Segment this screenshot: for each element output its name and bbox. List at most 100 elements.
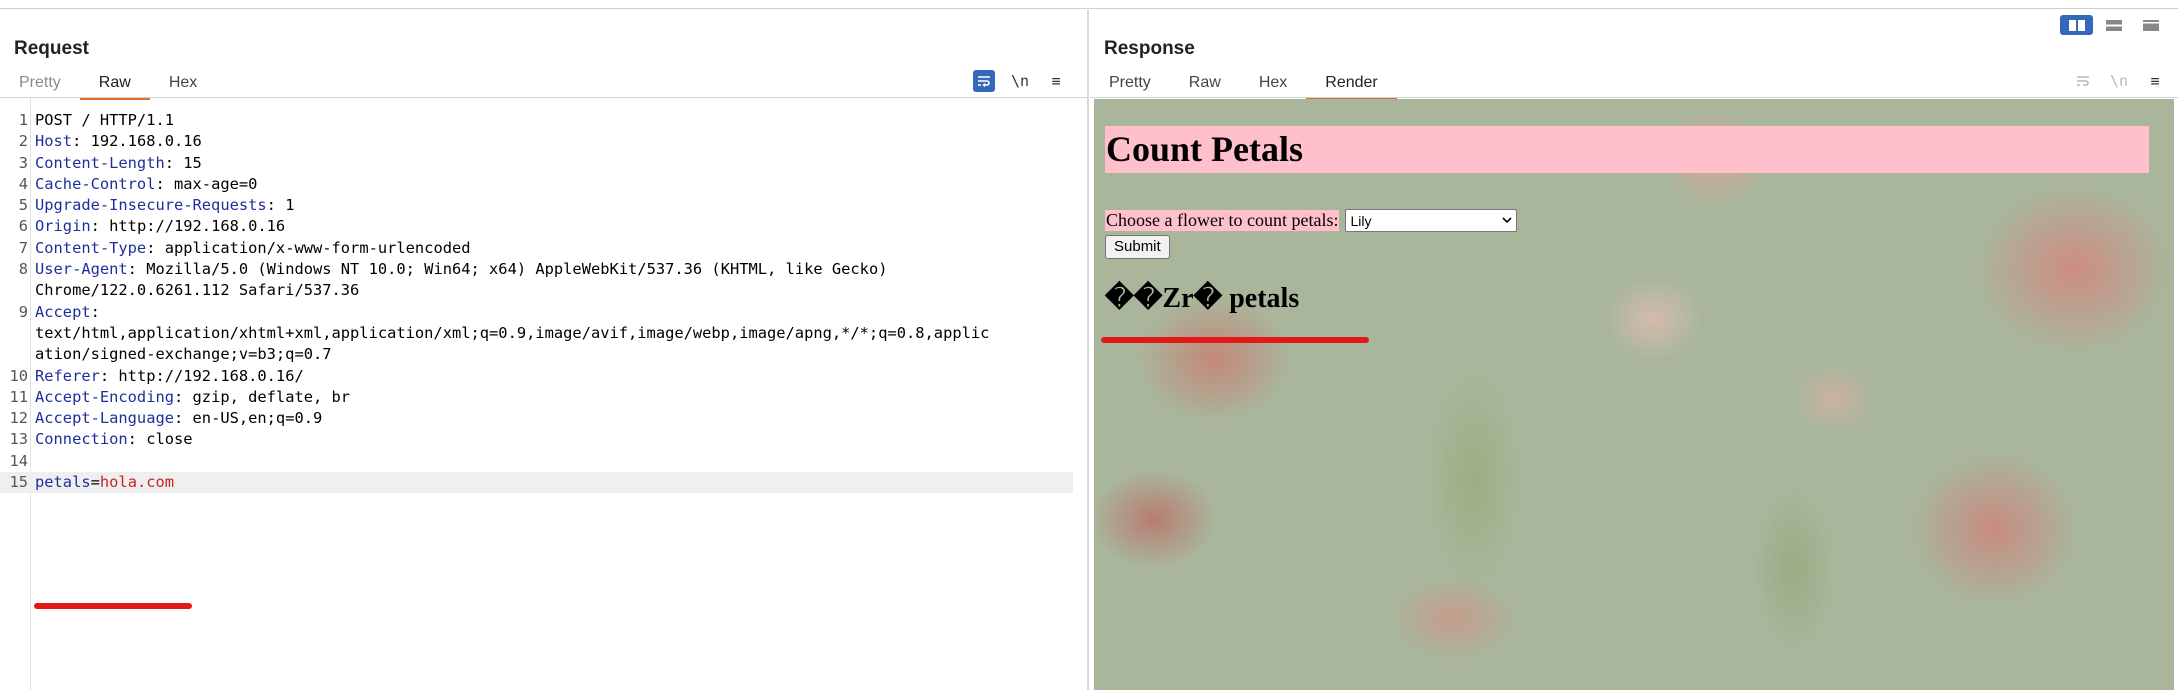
line-number: 8 [18,260,28,279]
line-text: Content-Type: application/x-www-form-url… [35,238,471,259]
line-text: petals=hola.com [35,472,174,493]
chevron-down-icon [1502,217,1513,224]
flower-select-value: Lily [1350,212,1372,229]
request-tab-hex[interactable]: Hex [150,72,216,100]
header-name: Referer [35,366,100,385]
petal-count-result: ��Zr� petals [1105,283,1300,314]
code-line[interactable]: 8 User-Agent: Mozilla/5.0 (Windows NT 10.… [0,259,1073,280]
line-text: Accept: [35,302,100,323]
code-line[interactable]: 2 Host: 192.168.0.16 [0,131,1073,152]
line-text: Chrome/122.0.6261.112 Safari/537.36 [35,280,359,301]
code-line[interactable]: 10 Referer: http://192.168.0.16/ [0,366,1073,387]
line-text: text/html,application/xhtml+xml,applicat… [35,323,989,344]
line-segment: : 15 [164,153,202,172]
show-newlines-icon[interactable]: \n [1009,70,1031,92]
line-number: 15 [9,473,28,492]
line-number: 12 [9,409,28,428]
response-tab-raw[interactable]: Raw [1170,72,1240,100]
show-newlines-icon: \n [2109,72,2129,90]
response-tabs: Pretty Raw Hex Render [1090,72,1397,100]
header-name: Upgrade-Insecure-Requests [35,196,267,215]
line-number: 1 [18,111,28,129]
line-text: Cache-Control: max-age=0 [35,174,257,195]
menu-icon[interactable]: ≡ [2144,70,2166,92]
line-number [0,280,28,301]
header-name: Host [35,132,73,151]
line-number: 10 [9,366,28,385]
response-tab-render[interactable]: Render [1306,72,1397,100]
request-toolbar: \n ≡ [973,70,1067,92]
line-text: Accept-Encoding: gzip, deflate, br [35,387,350,408]
line-text: Accept-Language: en-US,en;q=0.9 [35,408,322,429]
flower-select[interactable]: Lily [1345,209,1518,232]
wrap-lines-icon[interactable] [973,70,995,92]
red-annotation-underline [34,603,192,609]
side-by-side-layout-icon[interactable] [2060,15,2093,35]
code-line[interactable]: 3 Content-Length: 15 [0,153,1073,174]
line-text: Referer: http://192.168.0.16/ [35,366,304,387]
line-segment: text/html,application/xhtml+xml,applicat… [35,323,990,342]
code-line[interactable]: 14 [0,451,1073,472]
code-line[interactable]: 5 Upgrade-Insecure-Requests: 1 [0,195,1073,216]
line-number: 7 [18,238,28,257]
line-text: ation/signed-exchange;v=b3;q=0.7 [35,344,332,365]
pane-splitter[interactable] [1087,10,1089,690]
response-pane: Response Pretty Raw Hex Render \n ≡ Coun… [1090,10,2178,690]
code-line[interactable]: ation/signed-exchange;v=b3;q=0.7 [0,344,1073,365]
line-text: Origin: http://192.168.0.16 [35,216,285,237]
line-segment: : close [127,430,193,449]
request-title: Request [14,38,89,59]
code-line[interactable]: 11 Accept-Encoding: gzip, deflate, br [0,387,1073,408]
code-line[interactable]: 6 Origin: http://192.168.0.16 [0,216,1073,237]
render-heading: Count Petals [1105,126,2149,173]
menu-icon[interactable]: ≡ [1045,70,1067,92]
line-segment: : http://192.168.0.16 [90,217,286,236]
line-text: POST / HTTP/1.1 [35,110,174,131]
header-name: Content-Type [35,238,147,257]
code-line[interactable]: Chrome/122.0.6261.112 Safari/537.36 [0,280,1073,301]
tabbed-layout-icon[interactable] [2134,15,2167,35]
line-number [0,344,28,365]
line-segment: : 1 [266,196,295,215]
line-segment: = [90,473,100,492]
code-line[interactable]: 15 petals=hola.com [0,472,1073,494]
header-name: Connection [35,430,128,449]
stacked-layout-icon[interactable] [2097,15,2130,35]
header-name: Accept-Encoding [35,387,174,406]
code-line[interactable]: 12 Accept-Language: en-US,en;q=0.9 [0,408,1073,429]
request-editor[interactable]: 1 POST / HTTP/1.1 2 Host: 192.168.0.16 3 Cont… [0,98,1087,690]
code-line[interactable]: 13 Connection: close [0,429,1073,450]
code-line[interactable]: 7 Content-Type: application/x-www-form-ur… [0,238,1073,259]
request-tab-pretty[interactable]: Pretty [0,72,80,100]
line-segment: : en-US,en;q=0.9 [174,409,323,428]
header-name: Origin [35,217,91,236]
flower-select-label: Choose a flower to count petals: [1105,210,1340,231]
rendered-page: Count Petals Choose a flower to count pe… [1094,99,2174,690]
request-tab-raw[interactable]: Raw [79,72,150,100]
response-title: Response [1104,38,1195,59]
param-value: hola.com [99,473,175,492]
header-name: Accept-Language [35,409,174,428]
line-number [0,323,28,344]
request-pane: Request Pretty Raw Hex \n ≡ 1 POST / HTTP… [0,10,1087,690]
layout-toggle-group [2060,15,2167,35]
line-segment: : [90,302,100,321]
request-code[interactable]: 1 POST / HTTP/1.1 2 Host: 192.168.0.16 3 Cont… [0,110,1073,494]
line-segment: : Mozilla/5.0 (Windows NT 10.0; Win64; x… [127,260,888,279]
header-name: Content-Length [35,153,165,172]
response-tab-pretty[interactable]: Pretty [1090,72,1170,100]
line-number: 4 [18,174,28,193]
line-segment: : application/x-www-form-urlencoded [146,238,471,257]
header-name: Cache-Control [35,174,156,193]
code-line[interactable]: 9 Accept: [0,302,1073,323]
code-line[interactable]: 4 Cache-Control: max-age=0 [0,174,1073,195]
code-line[interactable]: text/html,application/xhtml+xml,applicat… [0,323,1073,344]
response-tab-hex[interactable]: Hex [1240,72,1306,100]
line-segment: : http://192.168.0.16/ [99,366,304,385]
line-number: 5 [18,196,28,215]
submit-button[interactable]: Submit [1105,235,1170,259]
code-line[interactable]: 1 POST / HTTP/1.1 [0,110,1073,131]
line-segment: : gzip, deflate, br [174,387,351,406]
header-name: User-Agent [35,260,128,279]
line-text: User-Agent: Mozilla/5.0 (Windows NT 10.0… [35,259,887,280]
